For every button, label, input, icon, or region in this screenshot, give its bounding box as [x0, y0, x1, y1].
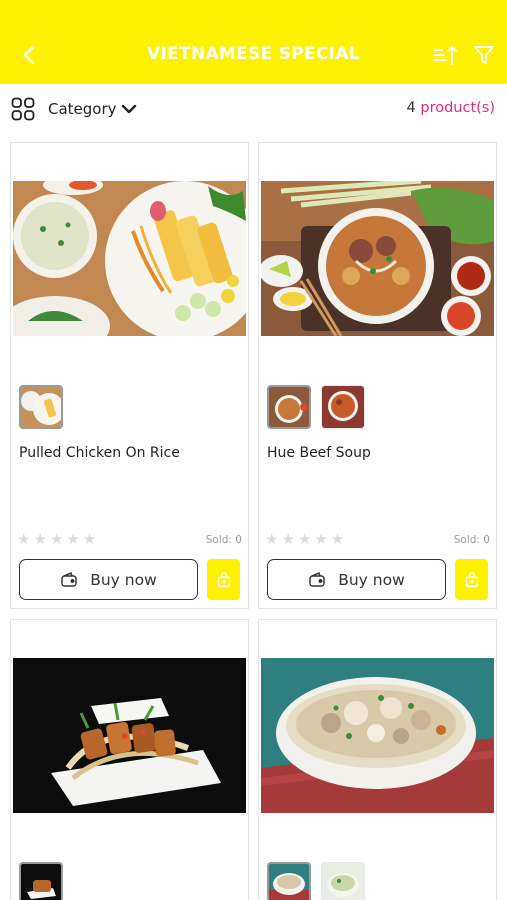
product-image[interactable]	[13, 181, 246, 336]
star-icon: ★	[17, 531, 31, 548]
add-to-cart-button[interactable]	[207, 559, 240, 600]
star-icon: ★	[297, 531, 312, 548]
shopping-bag-icon	[217, 571, 230, 587]
product-card[interactable]: Pulled Chicken On Rice ★ ★ ★ ★ ★ Sold: 0…	[10, 142, 249, 609]
rating-stars: ★ ★ ★ ★ ★	[17, 532, 96, 547]
thumbnail-list	[267, 385, 365, 429]
thumbnail-list	[19, 385, 63, 429]
wallet-icon	[61, 571, 77, 587]
sold-count: Sold: 0	[453, 534, 490, 546]
star-icon: ★	[33, 531, 47, 548]
buy-now-button[interactable]: Buy now	[19, 559, 198, 600]
grid-icon[interactable]	[11, 97, 35, 121]
product-count-number: 4	[406, 100, 416, 116]
thumbnail-list	[19, 862, 63, 900]
star-icon: ★	[82, 531, 97, 548]
thumbnail-list	[267, 862, 365, 900]
chevron-left-icon	[23, 45, 35, 65]
star-icon: ★	[66, 531, 80, 548]
thumbnail[interactable]	[267, 385, 311, 429]
product-image[interactable]	[261, 658, 494, 813]
page-title: VIETNAMESE SPECIAL	[147, 44, 360, 64]
app-header: VIETNAMESE SPECIAL	[0, 0, 507, 84]
back-button[interactable]	[14, 40, 44, 70]
product-card[interactable]	[258, 619, 497, 900]
star-icon: ★	[265, 531, 279, 548]
star-icon: ★	[281, 531, 295, 548]
buy-now-button[interactable]: Buy now	[267, 559, 446, 600]
sold-count: Sold: 0	[205, 534, 242, 546]
category-dropdown[interactable]: Category	[48, 100, 117, 118]
sort-button[interactable]	[430, 40, 460, 70]
sort-ascending-icon	[433, 45, 457, 65]
category-toolbar: Category 4 product(s)	[0, 84, 507, 134]
thumbnail[interactable]	[267, 862, 311, 900]
add-to-cart-button[interactable]	[455, 559, 488, 600]
rating-stars: ★ ★ ★ ★ ★	[265, 532, 344, 547]
product-card[interactable]	[10, 619, 249, 900]
filter-icon	[474, 46, 494, 64]
star-icon: ★	[330, 531, 345, 548]
shopping-bag-icon	[465, 571, 478, 587]
thumbnail[interactable]	[19, 862, 63, 900]
product-count-unit: product(s)	[420, 100, 495, 116]
product-image[interactable]	[261, 181, 494, 336]
star-icon: ★	[314, 531, 328, 548]
thumbnail[interactable]	[19, 385, 63, 429]
buy-now-label: Buy now	[90, 570, 157, 589]
star-icon: ★	[49, 531, 64, 548]
product-name[interactable]: Hue Beef Soup	[267, 445, 371, 461]
filter-button[interactable]	[469, 40, 499, 70]
product-image[interactable]	[13, 658, 246, 813]
wallet-icon	[309, 571, 325, 587]
thumbnail[interactable]	[321, 385, 365, 429]
product-name[interactable]: Pulled Chicken On Rice	[19, 445, 180, 461]
buy-now-label: Buy now	[338, 570, 405, 589]
product-count: 4 product(s)	[407, 100, 495, 116]
chevron-down-icon[interactable]	[121, 101, 137, 117]
product-card[interactable]: Hue Beef Soup ★ ★ ★ ★ ★ Sold: 0 Buy now	[258, 142, 497, 609]
thumbnail[interactable]	[321, 862, 365, 900]
